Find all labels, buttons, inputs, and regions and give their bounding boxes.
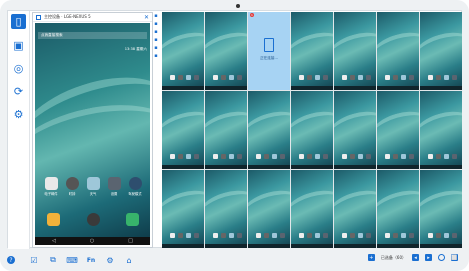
nav-bar: ◁ ○ □ — [35, 237, 150, 245]
email-app[interactable]: 电子邮件 — [41, 177, 61, 196]
power-icon[interactable]: ▪ — [153, 53, 159, 59]
badge: 1 — [250, 13, 254, 17]
settings-app[interactable]: 设置 — [104, 177, 124, 196]
status-bar — [35, 23, 150, 29]
device-tile-connecting[interactable]: 1 正在连接... — [248, 12, 290, 90]
help-icon[interactable]: ? — [7, 256, 15, 264]
device-tile[interactable] — [291, 170, 333, 248]
select-checkbox[interactable] — [36, 14, 41, 20]
dock — [47, 213, 139, 226]
drive-mode-app[interactable]: 驾驶模式 — [125, 177, 145, 196]
app-row: 电子邮件 时钟 天气 设置 驾驶模式 — [41, 177, 145, 196]
device-tile[interactable] — [377, 170, 419, 248]
clock-app[interactable]: 时钟 — [62, 177, 82, 196]
record-icon[interactable] — [438, 254, 445, 261]
device-tile[interactable] — [334, 91, 376, 169]
device-icon — [264, 38, 274, 52]
sync-icon[interactable]: ⟳ — [11, 84, 26, 99]
message-icon[interactable]: ◎ — [11, 61, 26, 76]
close-icon[interactable]: ✕ — [144, 14, 149, 21]
device-tile[interactable] — [162, 170, 204, 248]
device-icon[interactable]: ▯ — [11, 14, 26, 29]
settings-icon[interactable]: ⚙ — [11, 107, 26, 122]
device-grid: 1 正在连接... — [162, 12, 462, 248]
device-tile[interactable] — [248, 91, 290, 169]
device-tile[interactable] — [377, 12, 419, 90]
phone-title: 主控设备 · LGE-NEXUS 5 — [44, 14, 91, 19]
apps-icon[interactable] — [86, 213, 100, 226]
prev-icon[interactable]: ◂ — [412, 254, 419, 261]
device-tile[interactable] — [420, 12, 462, 90]
device-tile[interactable] — [420, 170, 462, 248]
next-icon[interactable]: ▸ — [425, 254, 432, 261]
multi-window-icon[interactable]: ⧉ — [48, 255, 58, 265]
search-bar[interactable]: 点我直接搜索 — [38, 32, 147, 39]
tablet-frame: ▯ ▣ ◎ ⟳ ⚙ 主控设备 · LGE-NEXUS 5 ✕ 点我直接搜索 13… — [0, 0, 469, 271]
connecting-label: 正在连接... — [260, 56, 278, 60]
keyboard-icon[interactable]: ▪ — [153, 45, 159, 51]
clock-widget: 13:38 星期六 — [124, 47, 147, 51]
fn-button[interactable]: Fn — [86, 255, 96, 265]
bottom-toolbar: ? ☑ ⧉ ⌨ Fn ⚙ ⌂ + 已选备（60） ◂ ▸ ⬜ — [7, 252, 462, 268]
selected-count: 已选备（60） — [380, 254, 406, 260]
add-icon[interactable]: + — [367, 254, 375, 261]
device-tile[interactable] — [205, 91, 247, 169]
phone-title-bar: 主控设备 · LGE-NEXUS 5 ✕ — [33, 13, 152, 22]
fullscreen-icon[interactable]: ⬜ — [451, 254, 458, 261]
device-tile[interactable] — [205, 170, 247, 248]
device-tile[interactable] — [291, 12, 333, 90]
volume-icon[interactable]: ▪ — [153, 21, 159, 27]
rotate-icon[interactable]: ▪ — [153, 29, 159, 35]
main-phone-panel: 主控设备 · LGE-NEXUS 5 ✕ 点我直接搜索 13:38 星期六 电子… — [32, 12, 153, 248]
main-screen: ▯ ▣ ◎ ⟳ ⚙ 主控设备 · LGE-NEXUS 5 ✕ 点我直接搜索 13… — [7, 10, 462, 249]
screenshot-icon[interactable]: ▪ — [153, 37, 159, 43]
device-tile[interactable] — [162, 91, 204, 169]
recents-icon[interactable]: □ — [128, 238, 133, 244]
weather-app[interactable]: 天气 — [83, 177, 103, 196]
device-tile[interactable] — [162, 12, 204, 90]
device-tile[interactable] — [420, 91, 462, 169]
select-all-icon[interactable]: ☑ — [29, 255, 39, 265]
contacts-icon[interactable] — [47, 213, 60, 226]
back-icon[interactable]: ◁ — [52, 238, 56, 244]
lock-icon[interactable]: ▪ — [153, 13, 159, 19]
home-icon[interactable]: ○ — [90, 238, 94, 244]
device-tile[interactable] — [291, 91, 333, 169]
settings-icon[interactable]: ⚙ — [105, 255, 115, 265]
keyboard-icon[interactable]: ⌨ — [66, 255, 78, 265]
phone-icon[interactable] — [126, 213, 139, 226]
side-actions: ▪ ▪ ▪ ▪ ▪ ▪ — [153, 12, 161, 248]
device-tile[interactable] — [377, 91, 419, 169]
home-icon[interactable]: ⌂ — [124, 255, 134, 265]
device-tile[interactable] — [334, 12, 376, 90]
phone-screen[interactable]: 点我直接搜索 13:38 星期六 电子邮件 时钟 天气 设置 驾驶模式 — [35, 23, 150, 237]
left-toolbar: ▯ ▣ ◎ ⟳ ⚙ — [8, 11, 30, 249]
device-tile[interactable] — [334, 170, 376, 248]
camera-dot — [236, 4, 240, 8]
device-tile[interactable] — [205, 12, 247, 90]
screen-icon[interactable]: ▣ — [11, 38, 26, 53]
device-tile[interactable] — [248, 170, 290, 248]
right-tools: + 已选备（60） ◂ ▸ ⬜ — [367, 254, 458, 261]
